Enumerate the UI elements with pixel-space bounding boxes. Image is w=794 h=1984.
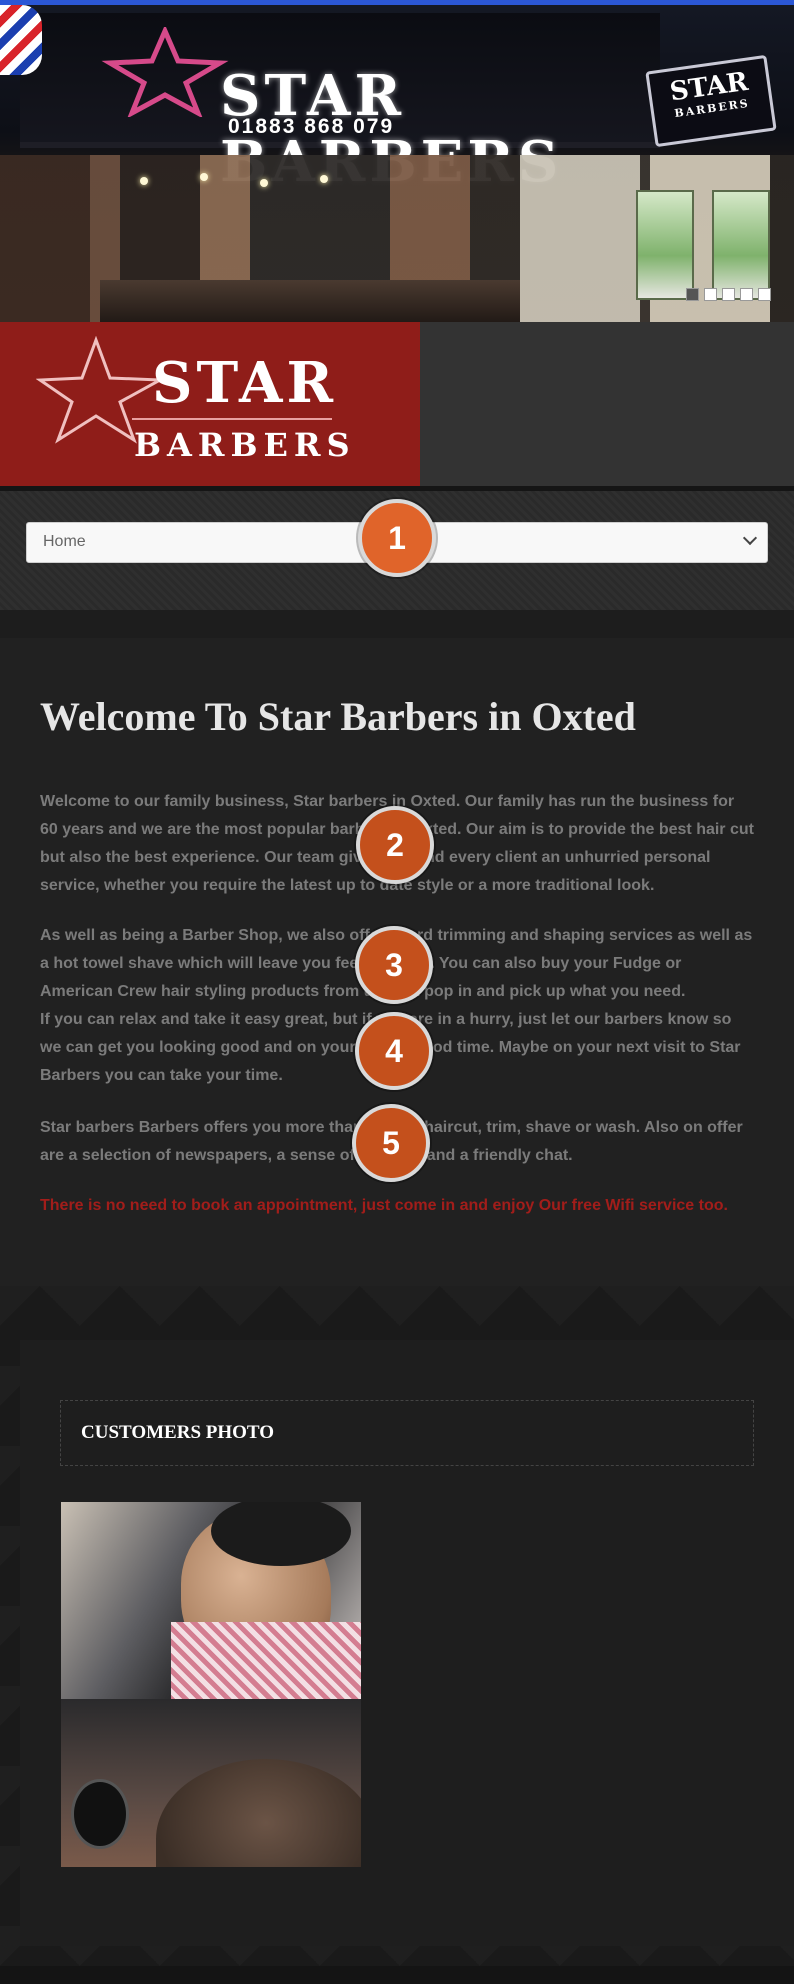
slider-dot-4[interactable] (740, 288, 753, 301)
hero-banner: STAR BARBERS 01883 868 079 STAR BARBERS (0, 5, 794, 322)
ceiling-light (320, 175, 328, 183)
marker-3: 3 (355, 926, 433, 1004)
sign-phone: 01883 868 079 (228, 115, 395, 138)
ceiling-light (140, 177, 148, 185)
customers-title: CUSTOMERS PHOTO (81, 1422, 275, 1443)
slider-dots (686, 288, 771, 301)
marker-5: 5 (352, 1104, 430, 1182)
slider-dot-3[interactable] (722, 288, 735, 301)
window-poster (636, 190, 694, 300)
logo-line1: STAR (152, 350, 338, 416)
customer-photo[interactable] (61, 1502, 361, 1699)
slider-dot-2[interactable] (704, 288, 717, 301)
shop-mirror (71, 1779, 129, 1849)
ceiling-light (200, 173, 208, 181)
customer-photo[interactable] (61, 1699, 361, 1867)
ceiling-light (260, 179, 268, 187)
customer-haircut (156, 1759, 361, 1867)
logo-line2: BARBERS (134, 426, 356, 464)
page-title: Welcome To Star Barbers in Oxted (40, 694, 636, 739)
customers-panel: CUSTOMERS PHOTO (20, 1340, 794, 1946)
appointment-notice: There is no need to book an appointment,… (40, 1197, 728, 1214)
logo-divider (132, 418, 332, 420)
shop-signboard: STAR BARBERS 01883 868 079 (20, 13, 660, 195)
slider-dot-5[interactable] (758, 288, 771, 301)
lower-section: CUSTOMERS PHOTO (0, 1286, 794, 1984)
window-poster (712, 190, 770, 300)
customers-title-box: CUSTOMERS PHOTO (60, 1400, 754, 1466)
mini-sign: STAR BARBERS (645, 54, 777, 148)
marker-1: 1 (358, 499, 436, 577)
marker-4: 4 (355, 1012, 433, 1090)
chevron-down-icon (742, 530, 758, 546)
header-band: STAR BARBERS (0, 322, 794, 486)
shop-floor (100, 280, 520, 322)
customer-hair (211, 1502, 351, 1566)
star-icon (100, 24, 230, 122)
marker-2: 2 (356, 806, 434, 884)
customer-shirt (171, 1622, 361, 1699)
site-logo[interactable]: STAR BARBERS (0, 322, 420, 486)
slider-dot-1[interactable] (686, 288, 699, 301)
barber-pole-icon (0, 5, 42, 75)
footer-strip (0, 1966, 794, 1984)
nav-selected-value: Home (43, 533, 86, 550)
section-gap (0, 610, 794, 638)
